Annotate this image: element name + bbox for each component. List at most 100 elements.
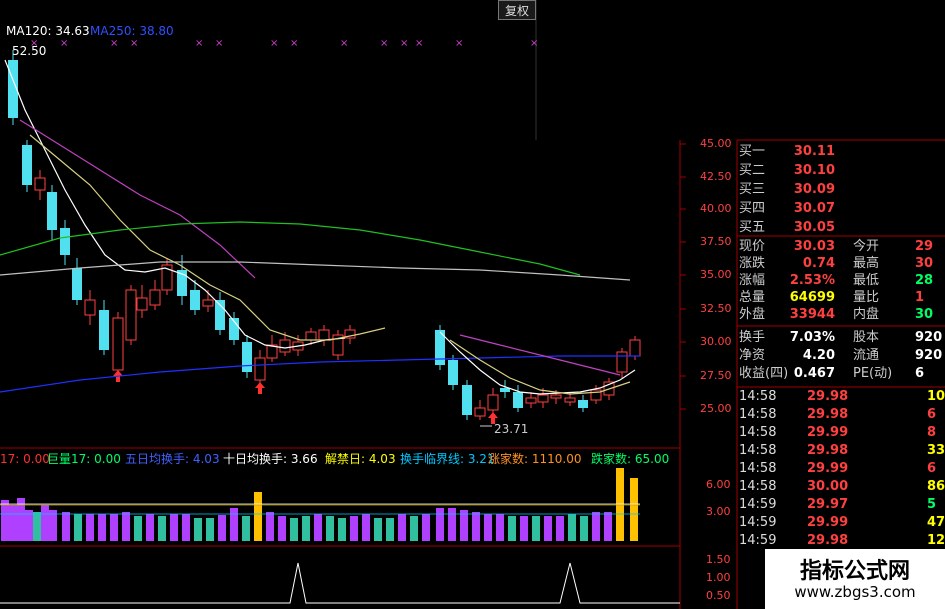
tick-price: 30.00 bbox=[807, 479, 849, 494]
restore-rights-button[interactable]: 复权 bbox=[498, 0, 536, 20]
quote-panel: 买一 30.11 买二 30.10 买三 30.09 买四 30.07 买五 30.05 现价 30.… bbox=[737, 141, 945, 609]
volume-bar bbox=[33, 512, 41, 541]
candle-body bbox=[60, 228, 70, 255]
volume-bar bbox=[122, 512, 130, 541]
volume-bar bbox=[74, 514, 82, 541]
tick-price: 29.98 bbox=[807, 389, 849, 404]
stat-value: 28 bbox=[915, 273, 934, 288]
tick-time: 14:58 bbox=[739, 389, 777, 404]
pink-marker: × bbox=[340, 38, 348, 49]
price-tick-label: 45.00 bbox=[700, 137, 732, 150]
volume-bar bbox=[17, 498, 25, 541]
indicator-value: 巨量17: 0.00 bbox=[47, 452, 121, 466]
bid-price: 30.10 bbox=[793, 163, 835, 178]
stat-label: 涨跌 bbox=[739, 256, 766, 271]
volume-bar bbox=[374, 518, 382, 541]
candle-body bbox=[537, 394, 549, 403]
volume-bar bbox=[254, 492, 262, 541]
price-tick-label: 25.00 bbox=[700, 402, 732, 415]
signal-tick-label: 1.50 bbox=[706, 553, 731, 566]
volume-bar bbox=[350, 516, 358, 541]
ma20-line bbox=[459, 334, 621, 376]
fundamental-label: 净资 bbox=[739, 348, 766, 363]
tick-volume: 8 bbox=[927, 425, 937, 440]
volume-bar bbox=[194, 518, 202, 541]
volume-bar bbox=[86, 514, 94, 541]
tick-price: 29.99 bbox=[807, 461, 849, 476]
volume-bar bbox=[242, 516, 250, 541]
stat-label: 涨幅 bbox=[739, 273, 766, 288]
stat-label: 今开 bbox=[853, 239, 880, 254]
stat-row: 现价 30.03 今开 29 bbox=[737, 238, 945, 256]
price-tick-label: 37.50 bbox=[700, 235, 732, 248]
indicator-value: 十日均换手: 3.66 bbox=[223, 452, 318, 466]
tick-volume: 86 bbox=[927, 479, 945, 494]
stat-value: 29 bbox=[915, 239, 934, 254]
price-tick-label: 40.00 bbox=[700, 202, 732, 215]
tick-price: 29.97 bbox=[807, 497, 849, 512]
volume-bar bbox=[484, 514, 492, 541]
volume-bar bbox=[386, 518, 394, 541]
fundamental-row: 收益(四) 0.467 PE(动) 6 bbox=[737, 365, 945, 383]
watermark-title: 指标公式网 bbox=[799, 559, 910, 584]
candle-body bbox=[525, 397, 537, 404]
signal-line bbox=[0, 562, 680, 604]
volume-bar bbox=[556, 516, 564, 541]
volume-bar bbox=[302, 516, 310, 541]
candle-body bbox=[564, 397, 576, 403]
volume-bar bbox=[230, 508, 238, 541]
tick-row: 14:58 29.98 6 bbox=[737, 406, 945, 424]
volume-bar bbox=[41, 505, 49, 541]
volume-bar bbox=[134, 516, 142, 541]
candle-body bbox=[487, 394, 499, 411]
fundamental-value: 0.467 bbox=[793, 366, 835, 381]
candle-body bbox=[136, 297, 148, 311]
price-tick-label: 32.50 bbox=[700, 302, 732, 315]
tick-volume: 5 bbox=[927, 497, 937, 512]
tick-time: 14:59 bbox=[739, 533, 777, 548]
signal-tick-label: 0.50 bbox=[706, 589, 731, 602]
volume-bar bbox=[170, 514, 178, 541]
volume-bar bbox=[182, 514, 190, 541]
bid-row: 买五 30.05 bbox=[737, 219, 945, 237]
fundamental-label: 流通 bbox=[853, 348, 880, 363]
candle-body bbox=[34, 177, 46, 191]
indicator-value: 换手临界线: 3.21 bbox=[400, 452, 495, 466]
volume-bar bbox=[532, 516, 540, 541]
tick-volume: 6 bbox=[927, 407, 937, 422]
fundamental-value: 920 bbox=[915, 330, 943, 345]
fundamental-label: 股本 bbox=[853, 330, 880, 345]
volume-bar bbox=[496, 514, 504, 541]
tick-row: 14:59 29.97 5 bbox=[737, 496, 945, 514]
tick-price: 29.98 bbox=[807, 533, 849, 548]
bid-row: 买二 30.10 bbox=[737, 162, 945, 180]
volume-bar bbox=[314, 514, 322, 541]
bid-label: 买三 bbox=[739, 182, 766, 197]
candle-body bbox=[462, 385, 472, 415]
candle-body bbox=[149, 289, 161, 306]
stat-row: 总量 64699 量比 1 bbox=[737, 289, 945, 307]
pink-marker: × bbox=[530, 38, 538, 49]
candle-body bbox=[578, 400, 588, 408]
volume-bar bbox=[338, 518, 346, 541]
volume-bar bbox=[448, 508, 456, 541]
indicator-value: 17: 0.00 bbox=[0, 452, 50, 466]
volume-bar bbox=[266, 512, 274, 541]
volume-bar bbox=[604, 512, 612, 541]
fundamental-label: 收益(四) bbox=[739, 366, 789, 381]
bid-label: 买五 bbox=[739, 220, 766, 235]
bid-label: 买四 bbox=[739, 201, 766, 216]
candle-body bbox=[22, 145, 32, 185]
price-tick-label: 35.00 bbox=[700, 268, 732, 281]
volume-bar bbox=[326, 516, 334, 541]
watermark: 指标公式网 www.zbgs3.com bbox=[765, 549, 945, 609]
volume-bar bbox=[580, 516, 588, 541]
pink-marker: × bbox=[195, 38, 203, 49]
fundamental-label: PE(动) bbox=[853, 366, 893, 381]
stat-value: 30 bbox=[915, 307, 934, 322]
volume-bar bbox=[422, 514, 430, 541]
candle-body bbox=[47, 192, 57, 230]
pink-marker: × bbox=[380, 38, 388, 49]
fundamental-value: 4.20 bbox=[802, 348, 835, 363]
ma250-line bbox=[0, 355, 640, 393]
